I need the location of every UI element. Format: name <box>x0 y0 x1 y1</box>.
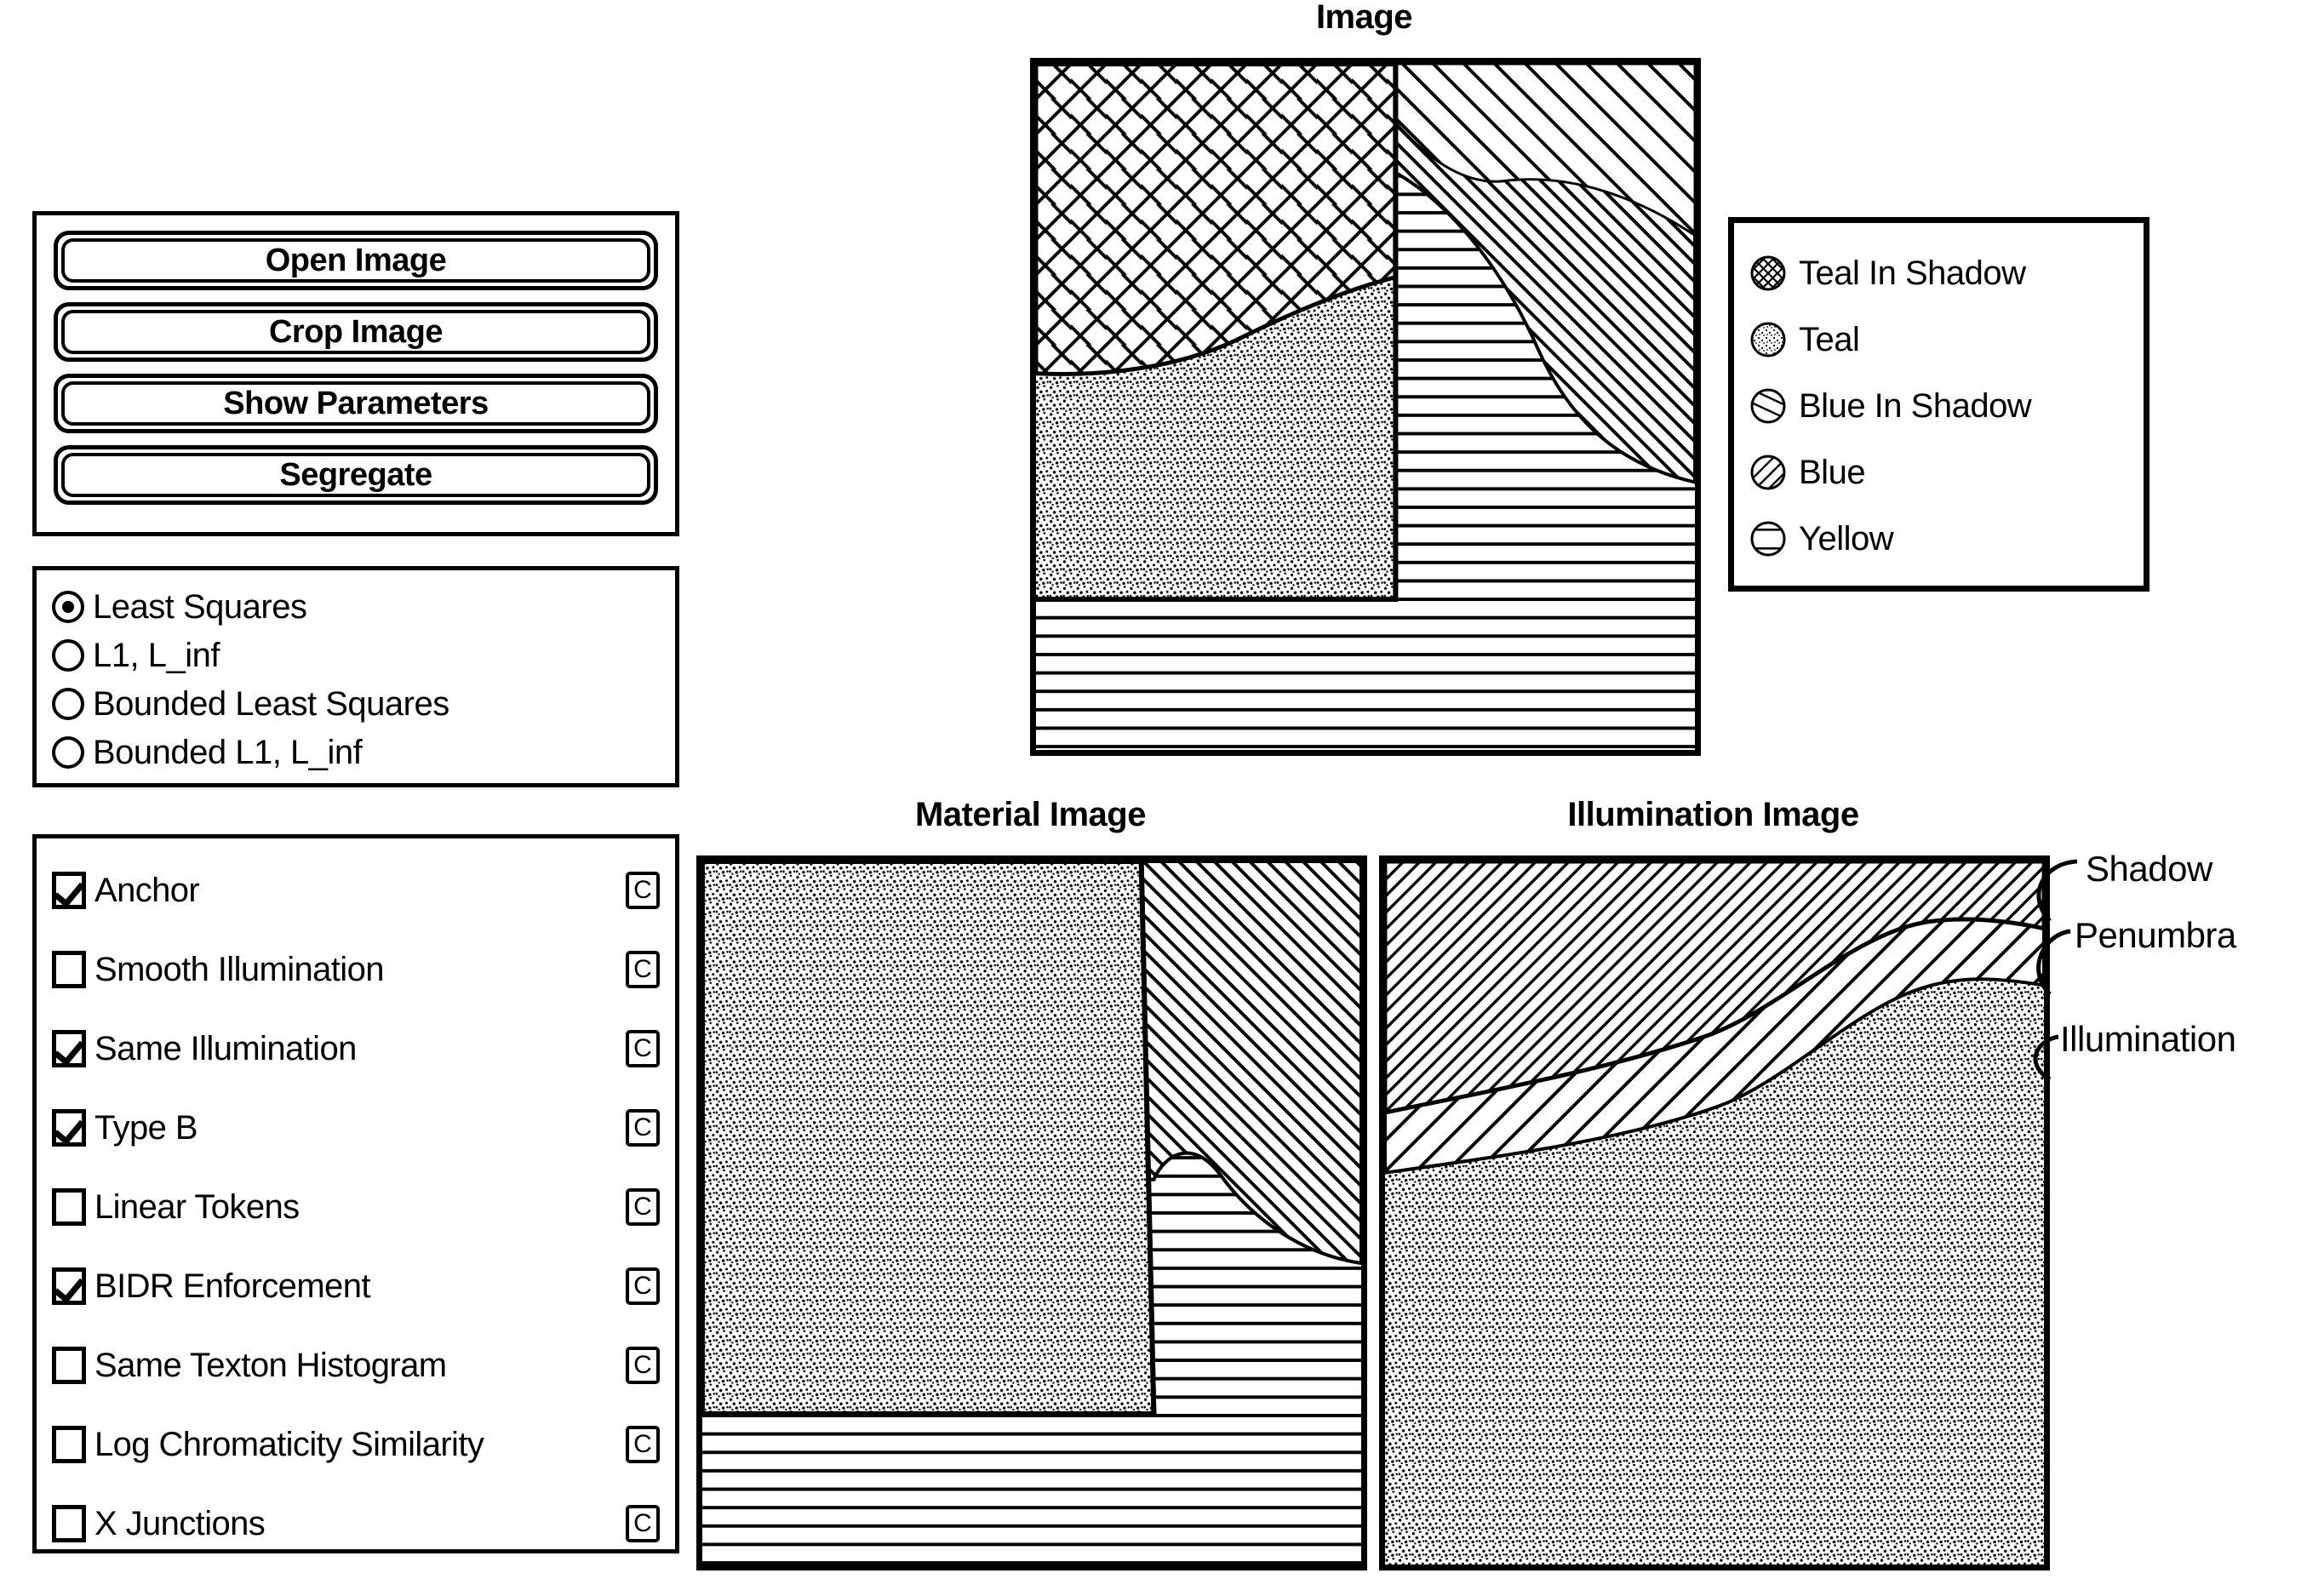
legend-label-teal-in-shadow: Teal In Shadow <box>1799 255 2026 292</box>
action-button-panel: Open Image Crop Image Show Parameters Se… <box>32 211 679 536</box>
constraint-badge-type-b[interactable]: C <box>626 1108 660 1147</box>
open-image-button[interactable]: Open Image <box>54 231 658 290</box>
checkbox-row-log-chromaticity-similarity[interactable]: Log Chromaticity Similarity C <box>52 1405 660 1484</box>
legend-item-teal: Teal <box>1749 306 2128 373</box>
constraint-badge-linear-tokens[interactable]: C <box>626 1187 660 1226</box>
checkbox-bidr-enforcement-label: BIDR Enforcement <box>94 1267 370 1305</box>
radio-unselected-icon[interactable] <box>52 687 84 720</box>
illumination-image-preview[interactable] <box>1379 855 2050 1570</box>
checkbox-same-texton-histogram-label: Same Texton Histogram <box>94 1346 447 1384</box>
legend-label-yellow: Yellow <box>1799 520 1894 558</box>
checkbox-unchecked-icon[interactable] <box>52 1425 86 1463</box>
show-parameters-button[interactable]: Show Parameters <box>54 374 658 433</box>
crop-image-button-label: Crop Image <box>268 313 444 350</box>
radio-bounded-least-squares-label: Bounded Least Squares <box>93 684 449 723</box>
checkbox-row-x-junctions[interactable]: X Junctions C <box>52 1484 660 1563</box>
dense-diagonal-circle-icon <box>1749 454 1787 491</box>
radio-unselected-icon[interactable] <box>52 638 84 672</box>
checkbox-row-same-illumination[interactable]: Same Illumination C <box>52 1009 660 1088</box>
constraint-badge-bidr-enforcement[interactable]: C <box>626 1267 660 1305</box>
checkbox-unchecked-icon[interactable] <box>52 1187 86 1226</box>
checkbox-row-bidr-enforcement[interactable]: BIDR Enforcement C <box>52 1246 660 1325</box>
image-panel-title: Image <box>1315 0 1413 36</box>
open-image-button-inner[interactable]: Open Image <box>61 238 650 283</box>
callout-label-illumination: Illumination <box>2060 1019 2236 1059</box>
checkbox-smooth-illumination-label: Smooth Illumination <box>94 950 384 988</box>
radio-bounded-l1-linf-label: Bounded L1, L_inf <box>93 733 363 771</box>
checkbox-checked-icon[interactable] <box>52 871 86 909</box>
legend-item-yellow: Yellow <box>1749 506 2128 572</box>
radio-unselected-icon[interactable] <box>52 735 84 769</box>
solver-radio-panel: Least Squares L1, L_inf Bounded Least Sq… <box>32 566 679 787</box>
legend-panel: Teal In Shadow Teal Blue In Shadow Blue <box>1728 217 2149 592</box>
checkbox-type-b-label: Type B <box>94 1108 198 1147</box>
callout-label-shadow: Shadow <box>2086 849 2212 889</box>
checkbox-linear-tokens-label: Linear Tokens <box>94 1187 300 1226</box>
sparse-diagonal-circle-icon <box>1749 387 1787 425</box>
radio-bounded-l1-linf[interactable]: Bounded L1, L_inf <box>52 728 660 776</box>
material-panel-title: Material Image <box>915 796 1146 833</box>
checkbox-row-smooth-illumination[interactable]: Smooth Illumination C <box>52 930 660 1009</box>
checkbox-unchecked-icon[interactable] <box>52 1504 86 1542</box>
image-preview[interactable] <box>1030 58 1701 756</box>
crosshatch-circle-icon <box>1749 255 1787 292</box>
legend-label-blue: Blue <box>1799 454 1866 491</box>
constraint-badge-same-illumination[interactable]: C <box>626 1029 660 1067</box>
checkbox-row-type-b[interactable]: Type B C <box>52 1088 660 1167</box>
checkbox-checked-icon[interactable] <box>52 1108 86 1147</box>
radio-l1-linf-label: L1, L_inf <box>93 636 220 674</box>
constraints-checkbox-panel: Anchor C Smooth Illumination C Same Illu… <box>32 834 679 1553</box>
checkbox-checked-icon[interactable] <box>52 1267 86 1305</box>
constraint-badge-smooth-illumination[interactable]: C <box>626 950 660 988</box>
radio-bounded-least-squares[interactable]: Bounded Least Squares <box>52 679 660 728</box>
checkbox-x-junctions-label: X Junctions <box>94 1504 266 1542</box>
checkbox-same-illumination-label: Same Illumination <box>94 1029 357 1067</box>
checkbox-row-linear-tokens[interactable]: Linear Tokens C <box>52 1167 660 1246</box>
legend-item-teal-in-shadow: Teal In Shadow <box>1749 240 2128 306</box>
show-parameters-button-label: Show Parameters <box>223 385 489 421</box>
material-image-preview[interactable] <box>696 855 1367 1570</box>
legend-item-blue-in-shadow: Blue In Shadow <box>1749 373 2128 439</box>
radio-selected-icon[interactable] <box>52 590 84 623</box>
constraint-badge-log-chromaticity-similarity[interactable]: C <box>626 1425 660 1463</box>
segregate-button-label: Segregate <box>279 456 432 493</box>
stipple-circle-icon <box>1749 321 1787 358</box>
checkbox-unchecked-icon[interactable] <box>52 1346 86 1384</box>
legend-label-teal: Teal <box>1799 321 1860 358</box>
checkbox-checked-icon[interactable] <box>52 1029 86 1067</box>
checkbox-row-same-texton-histogram[interactable]: Same Texton Histogram C <box>52 1325 660 1405</box>
checkbox-row-anchor[interactable]: Anchor C <box>52 850 660 930</box>
checkbox-unchecked-icon[interactable] <box>52 950 86 988</box>
constraint-badge-x-junctions[interactable]: C <box>626 1504 660 1542</box>
radio-least-squares[interactable]: Least Squares <box>52 582 660 631</box>
constraint-badge-anchor[interactable]: C <box>626 871 660 909</box>
horizontal-line-circle-icon <box>1749 520 1787 558</box>
checkbox-anchor-label: Anchor <box>94 871 200 909</box>
segregate-button[interactable]: Segregate <box>54 445 658 505</box>
crop-image-button-inner[interactable]: Crop Image <box>61 310 650 354</box>
segregate-button-inner[interactable]: Segregate <box>61 453 650 497</box>
legend-label-blue-in-shadow: Blue In Shadow <box>1799 387 2032 425</box>
legend-item-blue: Blue <box>1749 439 2128 506</box>
radio-l1-linf[interactable]: L1, L_inf <box>52 631 660 679</box>
show-parameters-button-inner[interactable]: Show Parameters <box>61 381 650 426</box>
checkbox-log-chromaticity-similarity-label: Log Chromaticity Similarity <box>94 1425 484 1463</box>
crop-image-button[interactable]: Crop Image <box>54 302 658 362</box>
constraint-badge-same-texton-histogram[interactable]: C <box>626 1346 660 1384</box>
callout-label-penumbra: Penumbra <box>2075 915 2236 955</box>
radio-least-squares-label: Least Squares <box>93 587 307 626</box>
illumination-panel-title: Illumination Image <box>1567 796 1859 833</box>
open-image-button-label: Open Image <box>265 242 447 278</box>
